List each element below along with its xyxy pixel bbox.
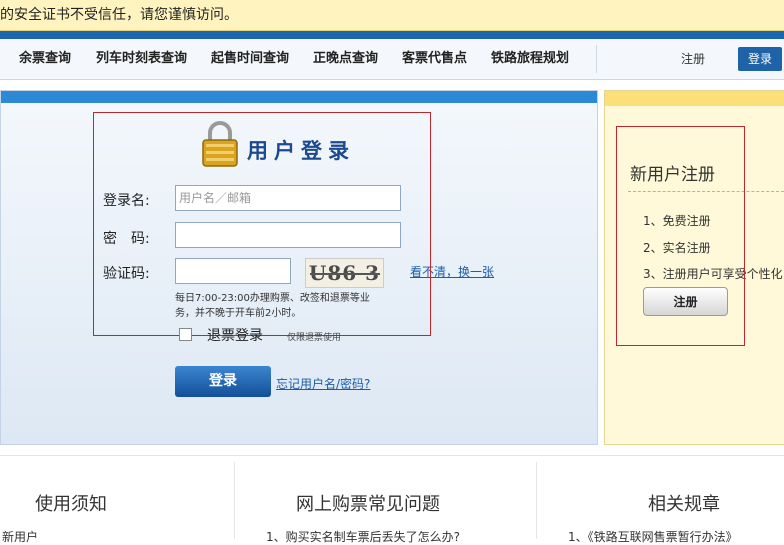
annotation-box-login <box>93 112 431 336</box>
register-panel-top-strip <box>605 91 784 106</box>
nav-login-button[interactable]: 登录 <box>738 47 782 71</box>
login-panel-top-strip <box>1 91 597 103</box>
refund-login-label: 退票登录 <box>207 328 263 344</box>
top-nav: 余票查询 列车时刻表查询 起售时间查询 正晚点查询 客票代售点 铁路旅程规划 注… <box>0 39 784 80</box>
nav-item-delay[interactable]: 正晚点查询 <box>313 39 378 79</box>
rules-item[interactable]: 1、《铁路互联网售票暂行办法》 <box>568 528 738 545</box>
nav-item-timetable[interactable]: 列车时刻表查询 <box>96 39 187 79</box>
section-title-notice: 使用须知 <box>35 494 107 515</box>
nav-item-trip-plan[interactable]: 铁路旅程规划 <box>491 39 569 79</box>
nav-item-sale-time[interactable]: 起售时间查询 <box>211 39 289 79</box>
nav-item-agency[interactable]: 客票代售点 <box>402 39 467 79</box>
refund-login-checkbox[interactable] <box>179 328 192 341</box>
column-divider <box>536 462 537 539</box>
nav-item-ticket-query[interactable]: 余票查询 <box>19 39 71 79</box>
certificate-warning-bar: 的安全证书不受信任，请您谨慎访问。 <box>0 0 784 31</box>
nav-divider <box>596 45 597 73</box>
forgot-password-link[interactable]: 忘记用户名/密码? <box>276 375 370 392</box>
warning-text: 的安全证书不受信任，请您谨慎访问。 <box>0 7 238 23</box>
faq-item[interactable]: 1、购买实名制车票后丢失了怎么办? <box>266 528 460 545</box>
section-title-rules: 相关规章 <box>648 494 720 515</box>
header-bar <box>0 31 784 39</box>
nav-register-link[interactable]: 注册 <box>681 39 705 79</box>
section-title-faq: 网上购票常见问题 <box>296 494 440 515</box>
column-divider <box>234 462 235 539</box>
annotation-box-register <box>616 126 745 346</box>
login-submit-button[interactable]: 登录 <box>175 366 271 397</box>
notice-item[interactable]: 新用户 <box>2 528 38 545</box>
refund-login-note: 仅限退票使用 <box>287 333 342 343</box>
